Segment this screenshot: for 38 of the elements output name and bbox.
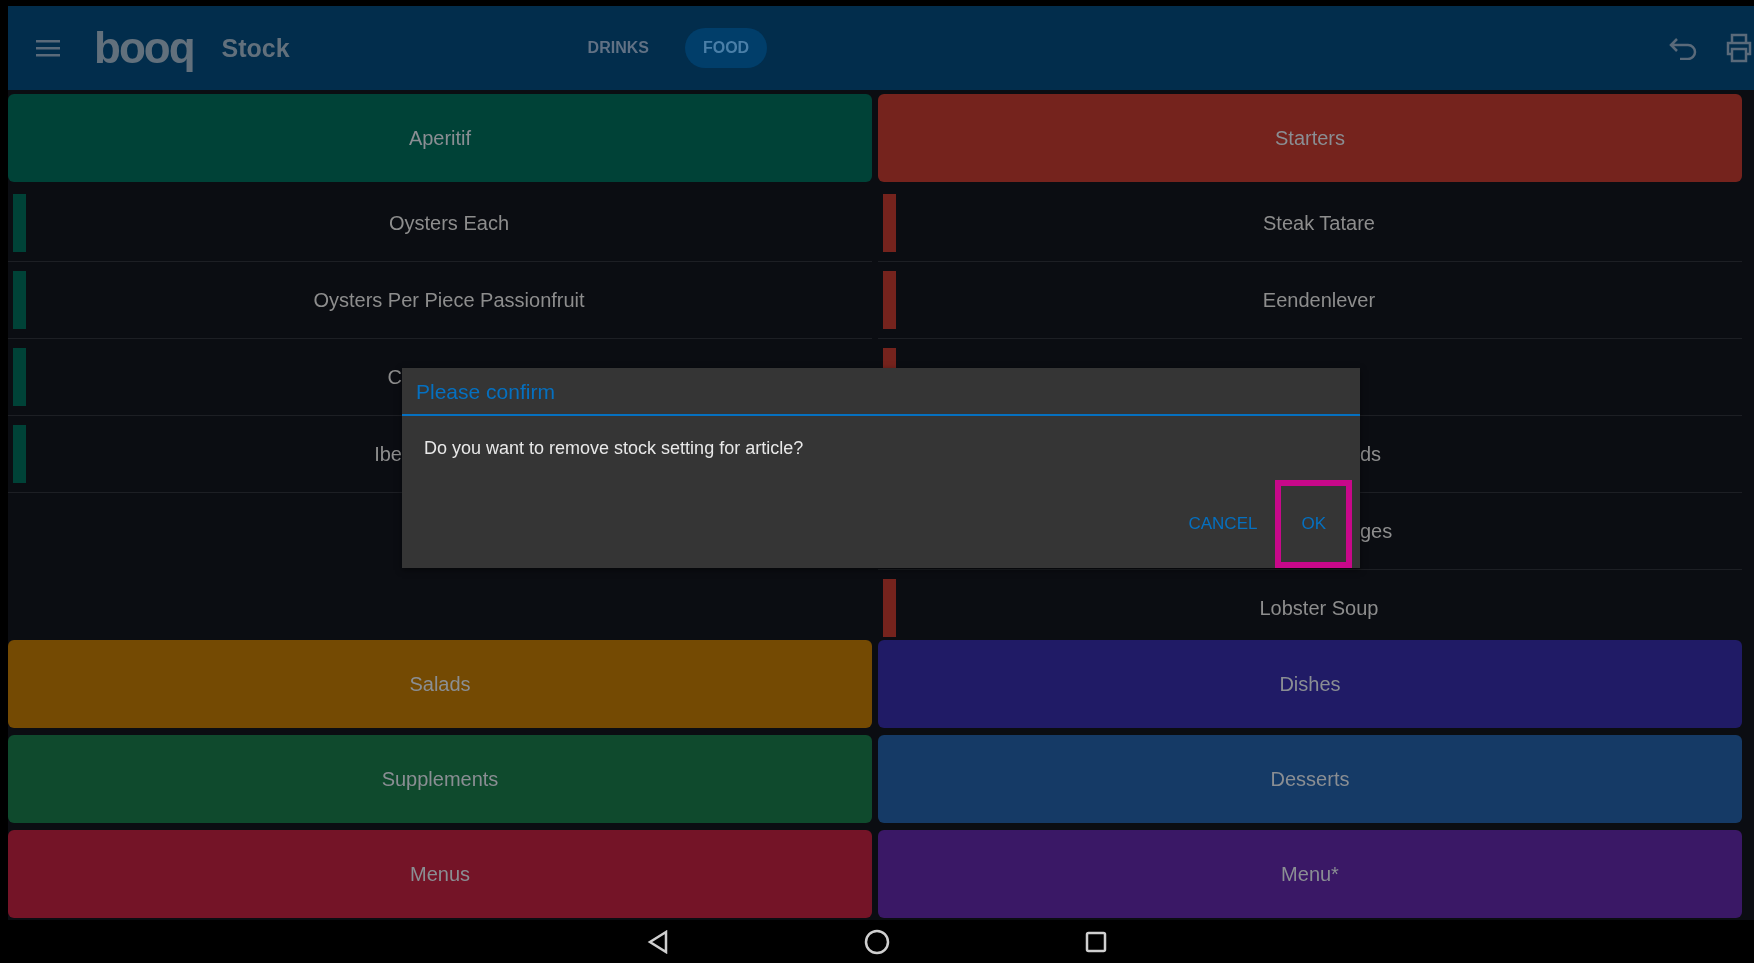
category-tile[interactable]: Dishes bbox=[878, 640, 1742, 728]
dialog-message: Do you want to remove stock setting for article? bbox=[423, 437, 805, 459]
stock-indicator bbox=[13, 425, 26, 483]
logo: booq bbox=[94, 26, 194, 70]
article-name[interactable]: Eendenlever bbox=[1262, 288, 1376, 312]
article-name[interactable]: Oysters Per Piece Passionfruit bbox=[313, 288, 585, 312]
back-icon[interactable] bbox=[647, 929, 669, 954]
category-tab[interactable]: FOOD bbox=[684, 28, 768, 68]
recents-icon[interactable] bbox=[1085, 930, 1107, 953]
stock-indicator bbox=[13, 194, 26, 252]
category-tile[interactable]: Salads bbox=[8, 640, 872, 728]
stock-indicator bbox=[13, 271, 26, 329]
undo-icon[interactable] bbox=[1668, 36, 1698, 60]
home-icon[interactable] bbox=[864, 928, 890, 955]
category-tile[interactable]: Supplements bbox=[8, 735, 872, 823]
stock-indicator bbox=[13, 348, 26, 406]
article-name[interactable]: ds bbox=[1360, 442, 1382, 466]
printer-icon[interactable] bbox=[1726, 33, 1752, 63]
article-name[interactable]: Oysters Each bbox=[388, 211, 509, 235]
stock-indicator bbox=[883, 579, 896, 637]
article-name[interactable]: C bbox=[387, 365, 402, 389]
article-name[interactable]: ges bbox=[1360, 519, 1393, 543]
dialog-button[interactable]: CANCEL bbox=[1178, 504, 1268, 544]
dialog-button[interactable]: OK bbox=[1291, 504, 1336, 544]
category-tile[interactable]: Desserts bbox=[878, 735, 1742, 823]
category-tile[interactable]: Aperitif bbox=[8, 94, 872, 182]
category-tile[interactable]: Menu* bbox=[878, 830, 1742, 918]
article-name[interactable]: Lobster Soup bbox=[1259, 596, 1379, 620]
article-name[interactable]: Ibe bbox=[374, 442, 402, 466]
category-tile[interactable]: Menus bbox=[8, 830, 872, 918]
article-name[interactable]: Steak Tatare bbox=[1263, 211, 1375, 235]
stock-indicator bbox=[883, 194, 896, 252]
stock-indicator bbox=[883, 271, 896, 329]
menu-icon[interactable] bbox=[36, 39, 60, 57]
page-title: Stock bbox=[221, 33, 290, 63]
category-tile[interactable]: Starters bbox=[878, 94, 1742, 182]
dialog-title: Please confirm bbox=[402, 368, 1360, 416]
category-tab[interactable]: DRINKS bbox=[569, 28, 667, 68]
